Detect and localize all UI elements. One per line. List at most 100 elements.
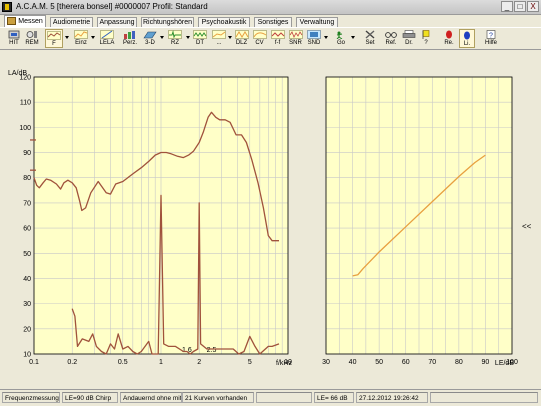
hit-button[interactable]: HIT: [6, 29, 22, 48]
rem-button[interactable]: REM: [23, 29, 41, 48]
x-tick-label: 90: [482, 359, 490, 366]
snr-label: SNR: [289, 40, 302, 46]
collapse-panel-button[interactable]: <<: [522, 222, 531, 231]
more-button[interactable]: ...: [211, 29, 227, 48]
tab-audiometrie[interactable]: Audiometrie: [50, 17, 93, 27]
status-stimulus: LE=90 dB Chirp: [62, 392, 118, 403]
rz-button[interactable]: RZ: [166, 29, 184, 48]
tab-anpassung[interactable]: Anpassung: [97, 17, 137, 27]
toolbar: HIT REM F Einz LELA Perz. 3-D RZ DT ...: [0, 27, 541, 50]
x-tick-label: 0.5: [118, 359, 128, 366]
status-level: LE= 66 dB: [314, 392, 354, 403]
help-button[interactable]: ? Hilfe: [482, 29, 500, 48]
ref-button[interactable]: Ref.: [382, 29, 400, 48]
3d-button[interactable]: 3-D: [141, 29, 159, 48]
dt-icon: [193, 30, 207, 39]
x-minor-tick-label: 1.6: [182, 347, 192, 354]
more-icon: [212, 30, 226, 39]
f-dropdown-arrow[interactable]: [65, 36, 69, 39]
frequency-response-chart[interactable]: 1020304050607080901001101200.1 0.2 0.5 1 2 5 1…: [2, 60, 312, 382]
tab-messen[interactable]: Messen: [4, 15, 46, 27]
snd-label: SND: [307, 40, 321, 46]
rz-dropdown-arrow[interactable]: [186, 36, 190, 39]
help-flag-icon: [422, 30, 430, 39]
ff-button[interactable]: f-f: [269, 29, 286, 48]
x-minor-tick-label: 2.5: [207, 347, 217, 354]
status-empty-2: [430, 392, 538, 403]
close-button[interactable]: X: [527, 1, 539, 12]
tab-label: Messen: [18, 18, 43, 25]
hit-label: HIT: [9, 40, 19, 46]
cv-button[interactable]: CV: [251, 29, 268, 48]
3d-dropdown-arrow[interactable]: [160, 36, 164, 39]
go-button[interactable]: Go: [332, 29, 350, 48]
info-flag-label: ?: [424, 40, 428, 46]
ff-label: f-f: [274, 40, 281, 46]
status-curve-count: 21 Kurven vorhanden: [182, 392, 254, 403]
y-tick-label: 50: [23, 251, 31, 258]
perz-button[interactable]: Perz.: [121, 29, 139, 48]
go-icon: [336, 31, 343, 39]
y-tick-label: 30: [23, 301, 31, 308]
tab-psychoakustik[interactable]: Psychoakustik: [198, 17, 250, 27]
info-flag-button[interactable]: ?: [419, 29, 433, 48]
help-icon: ?: [486, 30, 496, 39]
dt-label: DT: [196, 40, 204, 46]
rz-icon: [168, 30, 182, 39]
svg-text:?: ?: [489, 32, 493, 39]
status-bar: Frequenzmessung LE=90 dB Chirp Andauernd…: [0, 389, 541, 406]
window-title: A.C.A.M. 5 [therera bonsel] #0000007 Pro…: [16, 2, 208, 11]
left-ear-button[interactable]: Li.: [459, 29, 475, 48]
y-tick-label: 40: [23, 276, 31, 283]
tab-sonstiges[interactable]: Sonstiges: [254, 17, 292, 27]
y-tick-label: 90: [23, 150, 31, 157]
more-dropdown-arrow[interactable]: [228, 36, 232, 39]
level-io-chart[interactable]: 30 40 50 60 70 80 90 100LE/dB: [314, 60, 518, 382]
x-tick-label: 0.1: [29, 359, 39, 366]
perz-label: Perz.: [122, 40, 137, 46]
right-ear-button[interactable]: Re.: [441, 29, 457, 48]
f-button[interactable]: F: [45, 29, 63, 48]
set-label: Set: [365, 40, 375, 46]
dt-button[interactable]: DT: [191, 29, 209, 48]
tools-icon: [365, 30, 375, 39]
more-label: ...: [216, 40, 222, 46]
app-icon: [2, 2, 12, 12]
rem-icon: [26, 31, 37, 38]
status-averaging: Andauernd ohne mitte: [120, 392, 182, 403]
title-bar[interactable]: A.C.A.M. 5 [therera bonsel] #0000007 Pro…: [0, 0, 541, 15]
hit-icon: [8, 30, 20, 39]
tab-verwaltung[interactable]: Verwaltung: [296, 17, 338, 27]
x-tick-label: 2: [197, 359, 201, 366]
einz-dropdown-arrow[interactable]: [91, 36, 95, 39]
maximize-button[interactable]: □: [514, 1, 526, 12]
lela-button[interactable]: LELA: [97, 29, 117, 48]
rem-label: REM: [25, 40, 39, 46]
snd-icon: [307, 30, 321, 39]
3d-icon: [143, 31, 157, 39]
einz-curve-icon: [74, 30, 88, 39]
snd-dropdown-arrow[interactable]: [324, 36, 328, 39]
y-tick-label: 10: [23, 352, 31, 359]
tab-richtungshoeren[interactable]: Richtungshören: [141, 17, 194, 27]
x-tick-label: 60: [402, 359, 410, 366]
f-label: F: [52, 41, 56, 47]
dlz-button[interactable]: DLZ: [233, 29, 250, 48]
y-tick-label: 80: [23, 175, 31, 182]
x-tick-label: 1: [159, 359, 163, 366]
print-label: Dr.: [405, 40, 413, 46]
right-ear-icon: [446, 30, 452, 39]
x-tick-label: 80: [455, 359, 463, 366]
minimize-button[interactable]: _: [501, 1, 513, 12]
snd-button[interactable]: SND: [305, 29, 323, 48]
einz-button[interactable]: Einz: [72, 29, 90, 48]
print-button[interactable]: Dr.: [401, 29, 417, 48]
go-dropdown-arrow[interactable]: [351, 36, 355, 39]
snr-button[interactable]: SNR: [287, 29, 304, 48]
y-tick-label: 20: [23, 326, 31, 333]
set-button[interactable]: Set: [362, 29, 378, 48]
x-tick-label: 70: [428, 359, 436, 366]
printer-icon: [402, 30, 416, 38]
snr-icon: [288, 30, 303, 39]
left-ear-label: Li.: [463, 41, 471, 47]
